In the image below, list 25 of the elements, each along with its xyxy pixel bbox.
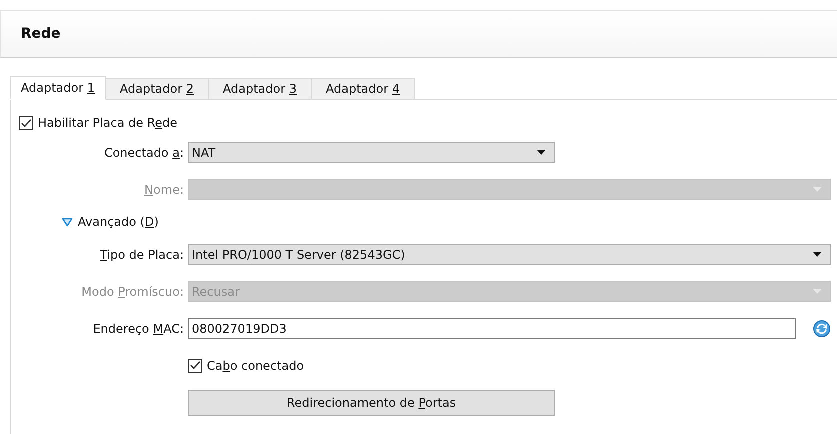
caret-icon: [813, 252, 822, 257]
tab[interactable]: Adaptador 1: [10, 76, 106, 100]
enable-adapter-checkbox[interactable]: Habilitar Placa de Rede: [19, 116, 837, 130]
cable-connected-checkbox[interactable]: Cabo conectado: [188, 358, 304, 372]
refresh-icon[interactable]: [813, 320, 831, 338]
mac-address-field[interactable]: 080027019DD3: [188, 318, 796, 339]
triangle-icon: [62, 218, 73, 226]
section-title: Rede: [21, 26, 61, 42]
field-label: Conectado a:: [103, 146, 185, 160]
caret-icon: [813, 187, 822, 192]
caret-icon: [537, 150, 546, 155]
field-label: Endereço MAC:: [92, 322, 185, 336]
checkbox[interactable]: [19, 116, 33, 130]
port-forwarding-button[interactable]: Redirecionamento de Portas: [188, 390, 555, 416]
advanced-toggle[interactable]: Avançado (D): [62, 215, 159, 229]
dropdown[interactable]: NAT: [188, 142, 555, 163]
tab[interactable]: Adaptador 2: [106, 78, 209, 100]
checkbox[interactable]: [188, 358, 202, 372]
tab[interactable]: Adaptador 3: [209, 78, 312, 100]
field-label: Modo Promíscuo:: [80, 284, 185, 298]
tab[interactable]: Adaptador 4: [312, 78, 415, 100]
caret-icon: [813, 289, 822, 294]
dropdown[interactable]: Intel PRO/1000 T Server (82543GC): [188, 244, 831, 265]
field-label: Tipo de Placa:: [99, 248, 185, 262]
field-label: Nome:: [144, 182, 185, 196]
